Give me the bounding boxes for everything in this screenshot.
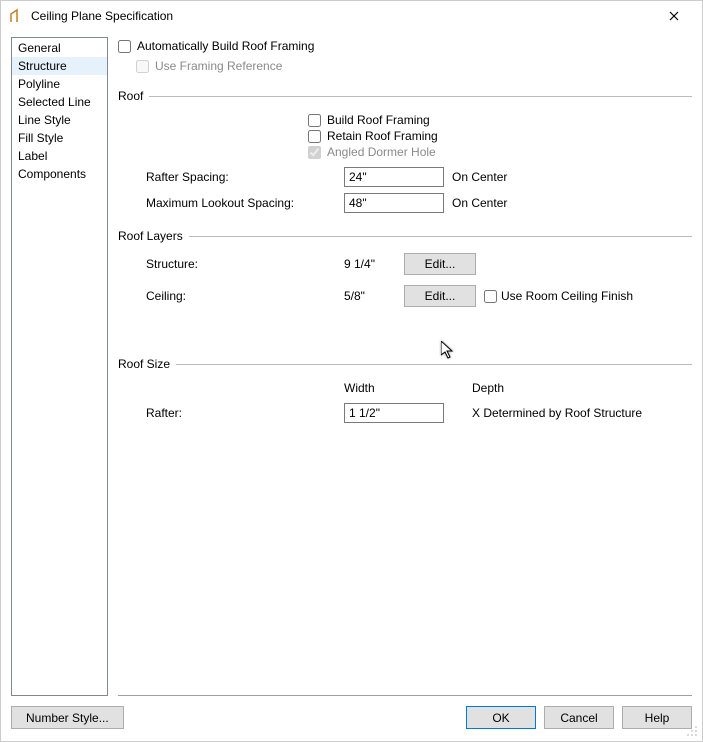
angled-dormer-hole-checkbox (308, 146, 321, 159)
width-column-header: Width (344, 381, 464, 395)
use-framing-reference-label: Use Framing Reference (155, 59, 282, 73)
rafter-label: Rafter: (146, 406, 336, 420)
ok-button[interactable]: OK (466, 706, 536, 729)
max-lookout-spacing-input[interactable] (344, 193, 444, 213)
sidebar-item-selected-line[interactable]: Selected Line (12, 93, 107, 111)
ceiling-label: Ceiling: (146, 289, 336, 303)
ceiling-value: 5/8" (344, 289, 396, 303)
sidebar-item-structure[interactable]: Structure (12, 57, 107, 75)
resize-grip-icon[interactable] (686, 725, 698, 737)
rafter-spacing-suffix: On Center (452, 170, 692, 184)
number-style-button[interactable]: Number Style... (11, 706, 124, 729)
roof-size-group-header: Roof Size (118, 357, 170, 371)
build-roof-framing-checkbox[interactable] (308, 114, 321, 127)
category-list[interactable]: General Structure Polyline Selected Line… (11, 37, 108, 696)
structure-value: 9 1/4" (344, 257, 396, 271)
angled-dormer-hole-label: Angled Dormer Hole (327, 145, 436, 159)
roof-group-header: Roof (118, 89, 143, 103)
rafter-depth-value: X Determined by Roof Structure (472, 406, 692, 420)
sidebar-item-fill-style[interactable]: Fill Style (12, 129, 107, 147)
structure-label: Structure: (146, 257, 336, 271)
structure-edit-button[interactable]: Edit... (404, 253, 476, 275)
rafter-spacing-label: Rafter Spacing: (146, 170, 336, 184)
auto-build-framing-checkbox[interactable] (118, 40, 131, 53)
sidebar-item-components[interactable]: Components (12, 165, 107, 183)
sidebar-item-line-style[interactable]: Line Style (12, 111, 107, 129)
divider (149, 96, 692, 97)
sidebar-item-polyline[interactable]: Polyline (12, 75, 107, 93)
close-button[interactable] (654, 2, 694, 30)
retain-roof-framing-label: Retain Roof Framing (327, 129, 438, 143)
use-framing-reference-checkbox (136, 60, 149, 73)
divider (189, 236, 692, 237)
help-button[interactable]: Help (622, 706, 692, 729)
divider (176, 364, 692, 365)
ceiling-edit-button[interactable]: Edit... (404, 285, 476, 307)
titlebar: Ceiling Plane Specification (1, 1, 702, 31)
max-lookout-spacing-label: Maximum Lookout Spacing: (146, 196, 336, 210)
cancel-button[interactable]: Cancel (544, 706, 614, 729)
rafter-spacing-input[interactable] (344, 167, 444, 187)
rafter-width-input[interactable] (344, 403, 444, 423)
window-title: Ceiling Plane Specification (31, 9, 654, 23)
sidebar-item-label[interactable]: Label (12, 147, 107, 165)
build-roof-framing-label: Build Roof Framing (327, 113, 430, 127)
retain-roof-framing-checkbox[interactable] (308, 130, 321, 143)
sidebar-item-general[interactable]: General (12, 39, 107, 57)
use-room-ceiling-finish-label: Use Room Ceiling Finish (501, 289, 633, 303)
auto-build-framing-label: Automatically Build Roof Framing (137, 39, 314, 53)
max-lookout-spacing-suffix: On Center (452, 196, 692, 210)
use-room-ceiling-finish-checkbox[interactable] (484, 290, 497, 303)
roof-layers-group-header: Roof Layers (118, 229, 183, 243)
app-icon (9, 8, 25, 24)
depth-column-header: Depth (472, 381, 692, 395)
